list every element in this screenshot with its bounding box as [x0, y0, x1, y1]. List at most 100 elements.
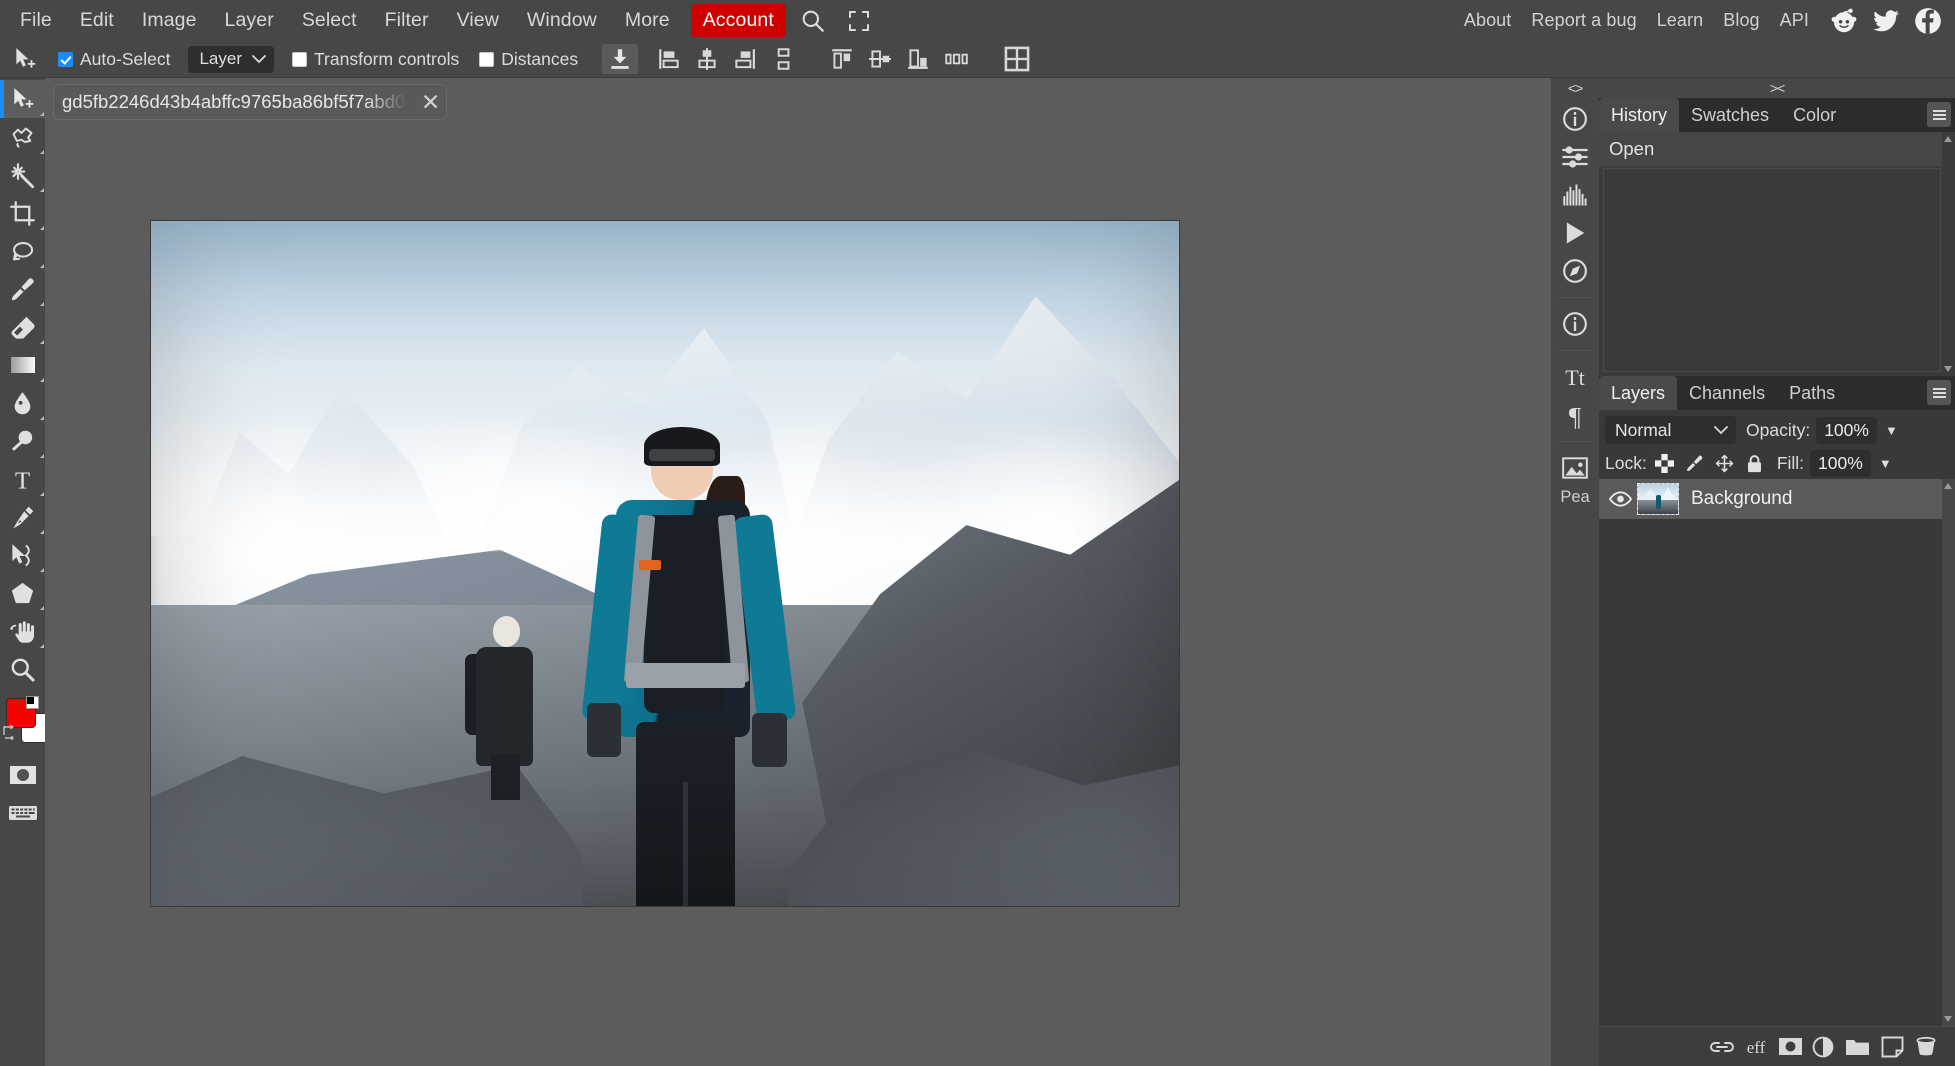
transform-controls-checkbox-box[interactable]: [292, 52, 307, 67]
table-row[interactable]: Background: [1599, 479, 1955, 519]
menu-filter[interactable]: Filter: [371, 4, 443, 37]
history-item-open[interactable]: Open: [1599, 132, 1955, 166]
distribute-horizontal-icon[interactable]: [938, 44, 974, 74]
histogram-panel-icon[interactable]: [1551, 176, 1599, 214]
search-icon[interactable]: [794, 4, 832, 38]
move-tool-icon[interactable]: [6, 44, 44, 74]
panel-menu-icon[interactable]: [1927, 102, 1951, 127]
facebook-icon[interactable]: [1911, 4, 1945, 38]
lock-position-icon[interactable]: [1713, 453, 1737, 475]
canvas-area[interactable]: gd5fb2246d43b4abffc9765ba86bf5f7abd0aeb5…: [45, 78, 1551, 1066]
tab-layers[interactable]: Layers: [1599, 376, 1677, 410]
close-document-icon[interactable]: ✕: [421, 91, 440, 114]
rail-resize-handle[interactable]: <>: [1551, 80, 1599, 96]
new-adjustment-layer-icon[interactable]: [1807, 1030, 1841, 1064]
twitter-icon[interactable]: [1869, 4, 1903, 38]
delete-layer-icon[interactable]: [1909, 1030, 1943, 1064]
layer-list[interactable]: Background: [1599, 479, 1955, 1026]
menu-file[interactable]: File: [6, 4, 66, 37]
layer-name[interactable]: Background: [1691, 488, 1792, 510]
distribute-vertical-icon[interactable]: [765, 44, 801, 74]
menu-api[interactable]: API: [1770, 5, 1819, 36]
layers-panel-menu-icon[interactable]: [1927, 380, 1951, 405]
auto-select-checkbox-box[interactable]: [58, 52, 73, 67]
layers-scroll-down-icon[interactable]: [1944, 1016, 1952, 1022]
new-layer-icon[interactable]: [1875, 1030, 1909, 1064]
tab-paths[interactable]: Paths: [1777, 376, 1847, 410]
tool-gradient[interactable]: [0, 346, 45, 384]
document-tab[interactable]: gd5fb2246d43b4abffc9765ba86bf5f7abd0aeb5…: [53, 84, 447, 120]
menu-more[interactable]: More: [611, 4, 684, 37]
scroll-down-icon[interactable]: [1944, 366, 1952, 372]
menu-window[interactable]: Window: [513, 4, 611, 37]
tool-hand[interactable]: [0, 612, 45, 650]
menu-select[interactable]: Select: [288, 4, 371, 37]
tool-rotate-view[interactable]: [0, 232, 45, 270]
history-list[interactable]: Open: [1599, 132, 1955, 376]
info-panel-icon-2[interactable]: [1551, 305, 1599, 343]
tab-swatches[interactable]: Swatches: [1679, 98, 1781, 132]
character-panel-icon[interactable]: Tt: [1551, 358, 1599, 396]
tool-brush[interactable]: [0, 270, 45, 308]
quick-mask-icon[interactable]: [0, 756, 45, 794]
blend-mode-dropdown[interactable]: Normal: [1605, 416, 1736, 444]
tool-blur[interactable]: [0, 384, 45, 422]
swap-colors-icon[interactable]: [2, 724, 18, 740]
tool-crop[interactable]: [0, 194, 45, 232]
tool-pen[interactable]: [0, 498, 45, 536]
layer-list-scrollbar[interactable]: [1942, 479, 1955, 1026]
auto-select-scope-dropdown[interactable]: Layer: [188, 46, 274, 73]
lock-image-pixels-icon[interactable]: [1683, 453, 1707, 475]
tab-color[interactable]: Color: [1781, 98, 1848, 132]
fill-value[interactable]: 100%: [1810, 450, 1871, 477]
layer-thumbnail[interactable]: [1637, 483, 1679, 515]
auto-select-checkbox[interactable]: Auto-Select: [58, 49, 170, 70]
tool-eraser[interactable]: [0, 308, 45, 346]
tool-magic-wand[interactable]: [0, 156, 45, 194]
align-top-edges-icon[interactable]: [824, 44, 860, 74]
color-swatches[interactable]: [0, 694, 45, 752]
lock-transparency-icon[interactable]: [1653, 453, 1677, 475]
lock-all-icon[interactable]: [1743, 453, 1767, 475]
new-group-icon[interactable]: [1841, 1030, 1875, 1064]
fullscreen-icon[interactable]: [840, 4, 878, 38]
add-layer-mask-icon[interactable]: [1773, 1030, 1807, 1064]
default-colors-icon[interactable]: [26, 696, 39, 709]
account-button[interactable]: Account: [691, 4, 786, 37]
tool-shape[interactable]: [0, 574, 45, 612]
reddit-icon[interactable]: [1827, 4, 1861, 38]
distances-checkbox[interactable]: Distances: [479, 49, 578, 70]
distances-checkbox-box[interactable]: [479, 52, 494, 67]
align-horizontal-centers-icon[interactable]: [689, 44, 725, 74]
image-panel-icon[interactable]: [1551, 449, 1599, 487]
paragraph-panel-icon[interactable]: ¶: [1551, 396, 1599, 434]
align-right-edges-icon[interactable]: [727, 44, 763, 74]
menu-view[interactable]: View: [443, 4, 513, 37]
align-download-icon[interactable]: [602, 44, 638, 74]
menu-report-a-bug[interactable]: Report a bug: [1521, 5, 1646, 36]
tool-path-select[interactable]: [0, 536, 45, 574]
opacity-value[interactable]: 100%: [1816, 417, 1877, 444]
link-layers-icon[interactable]: [1705, 1030, 1739, 1064]
tool-dodge[interactable]: [0, 422, 45, 460]
history-scrollbar[interactable]: [1942, 132, 1955, 376]
keyboard-shortcuts-icon[interactable]: [0, 794, 45, 832]
menu-layer[interactable]: Layer: [211, 4, 288, 37]
actions-panel-icon[interactable]: [1551, 214, 1599, 252]
tool-type[interactable]: T: [0, 460, 45, 498]
tab-channels[interactable]: Channels: [1677, 376, 1777, 410]
menu-learn[interactable]: Learn: [1647, 5, 1714, 36]
adjustments-panel-icon[interactable]: [1551, 138, 1599, 176]
tool-lasso[interactable]: [0, 118, 45, 156]
menu-image[interactable]: Image: [128, 4, 211, 37]
opacity-slider-caret-icon[interactable]: ▼: [1885, 423, 1898, 438]
align-bottom-edges-icon[interactable]: [900, 44, 936, 74]
fill-slider-caret-icon[interactable]: ▼: [1879, 456, 1892, 471]
layer-effects-icon[interactable]: eff: [1739, 1030, 1773, 1064]
layer-visibility-eye-icon[interactable]: [1607, 486, 1633, 512]
transform-controls-checkbox[interactable]: Transform controls: [292, 49, 459, 70]
menu-edit[interactable]: Edit: [66, 4, 128, 37]
align-left-edges-icon[interactable]: [651, 44, 687, 74]
align-vertical-centers-icon[interactable]: [862, 44, 898, 74]
panel-resize-handle[interactable]: ><: [1599, 78, 1955, 98]
